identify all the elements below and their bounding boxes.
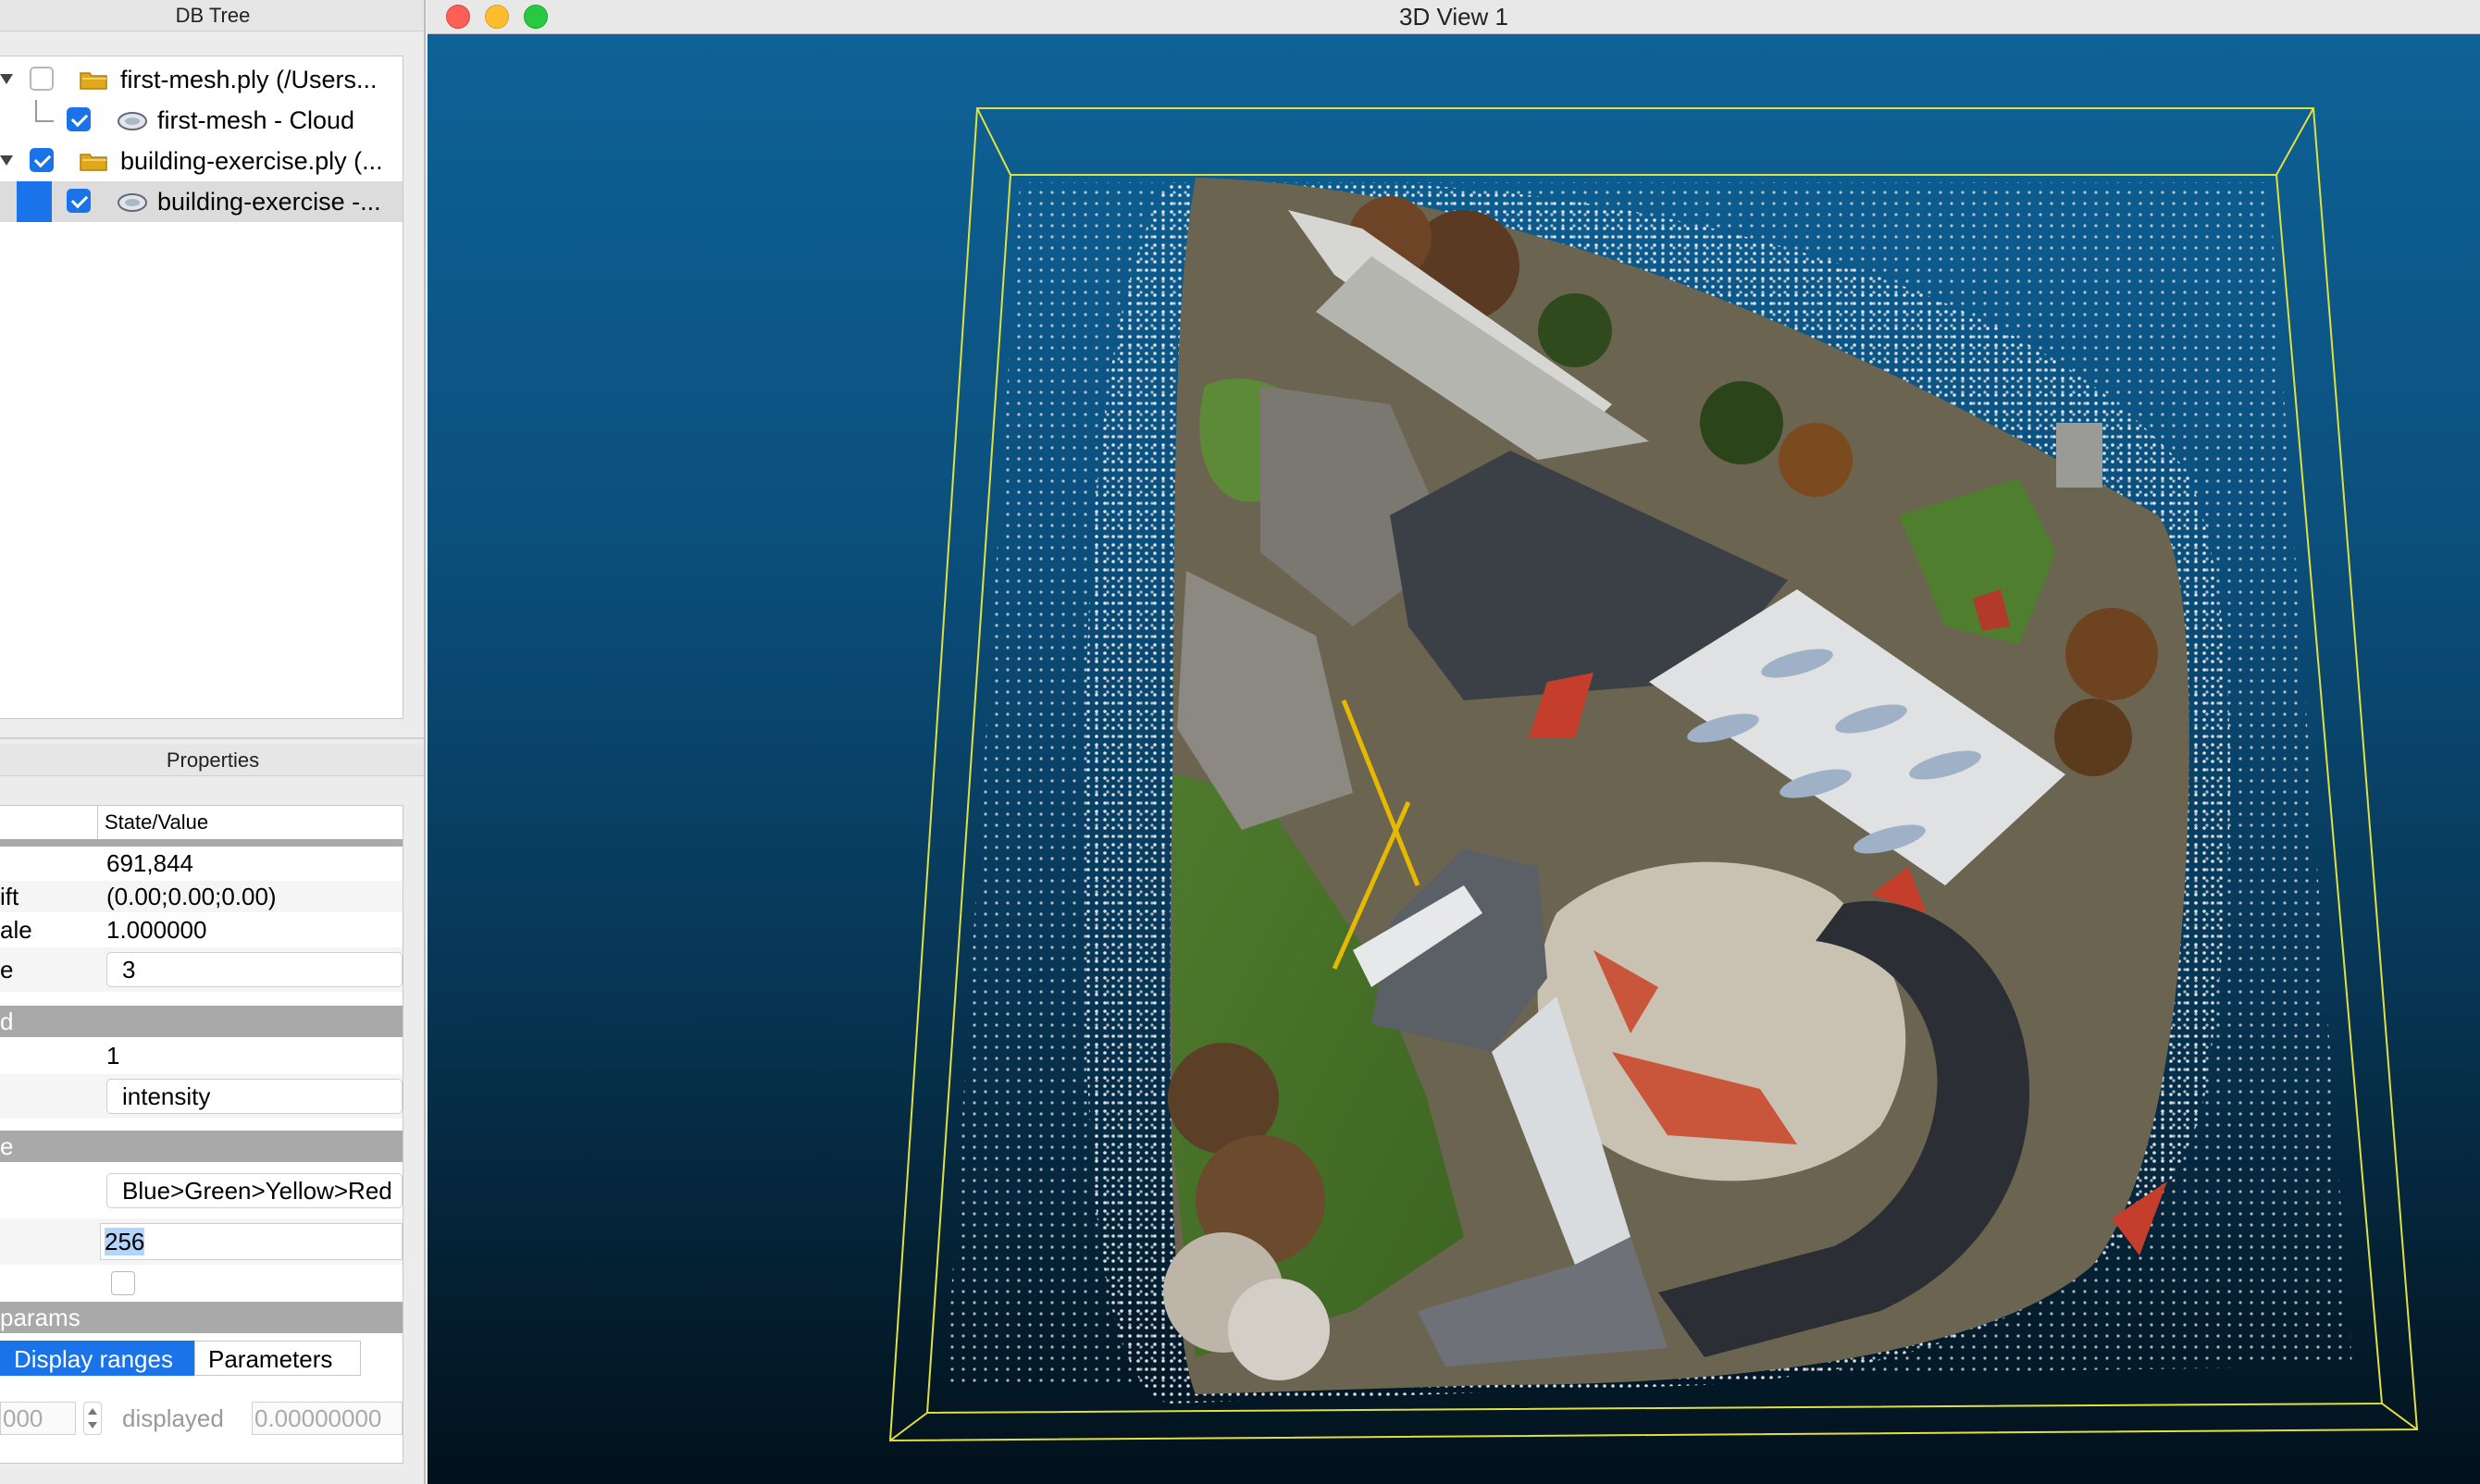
visibility-checkbox[interactable] (30, 148, 54, 172)
scalar-field-combo[interactable]: intensity (106, 1079, 403, 1114)
property-row: 1 (0, 1039, 403, 1072)
column-divider[interactable] (97, 806, 98, 839)
property-value: 691,844 (106, 849, 193, 877)
main-splitter[interactable] (424, 0, 426, 1484)
tree-connector (35, 100, 54, 122)
visibility-checkbox[interactable] (67, 189, 91, 213)
color-steps-input[interactable]: 256 (100, 1223, 403, 1260)
tree-item-building-exercise-file[interactable]: building-exercise.ply (... (0, 141, 403, 181)
visibility-checkbox[interactable] (67, 107, 91, 131)
selection-marker (17, 181, 52, 222)
property-row: 691,844 (0, 847, 403, 879)
property-value: 1 (106, 1042, 120, 1070)
point-cloud-icon (118, 193, 147, 212)
displayed-value-input[interactable]: 0.00000000 (252, 1402, 403, 1435)
range-stepper[interactable] (83, 1402, 102, 1435)
properties-header: State/Value (0, 806, 403, 847)
tab-parameters[interactable]: Parameters (194, 1341, 361, 1376)
tree-item-first-mesh-cloud[interactable]: first-mesh - Cloud (0, 100, 403, 141)
point-size-field[interactable]: 3 (106, 952, 403, 987)
expand-arrow-icon[interactable] (0, 74, 13, 84)
property-row: ale 1.000000 (0, 914, 403, 946)
point-cloud-render (888, 107, 2419, 1442)
dock-splitter[interactable] (0, 737, 426, 739)
property-key: e (0, 956, 14, 983)
sf-params-tabbar: Display ranges Parameters (0, 1341, 403, 1378)
option-checkbox[interactable] (111, 1271, 135, 1295)
range-min-input[interactable]: 000 (0, 1402, 76, 1435)
left-dock: DB Tree first-mesh.ply (/Users... first-… (0, 0, 426, 1484)
view-titlebar: 3D View 1 (428, 0, 2480, 34)
property-key: ift (0, 883, 19, 910)
tree-item-label: building-exercise.ply (... (120, 147, 383, 175)
tab-display-ranges[interactable]: Display ranges (0, 1341, 194, 1376)
point-cloud-icon (118, 112, 147, 130)
property-row: ift (0.00;0.00;0.00) (0, 881, 403, 912)
section-label: params (0, 1304, 81, 1331)
state-value-header: State/Value (105, 810, 209, 834)
expand-arrow-icon[interactable] (0, 155, 13, 166)
tree-item-first-mesh-file[interactable]: first-mesh.ply (/Users... (0, 59, 403, 100)
section-label: d (0, 1008, 14, 1035)
tree-item-label: first-mesh - Cloud (157, 106, 355, 134)
db-tree-title: DB Tree (0, 0, 426, 31)
displayed-label: displayed (122, 1404, 224, 1432)
section-header: e (0, 1131, 403, 1162)
folder-icon (80, 72, 107, 90)
folder-icon (80, 154, 107, 171)
tree-item-building-exercise-cloud[interactable]: building-exercise -... (0, 181, 403, 222)
property-row: e 3 (0, 947, 403, 992)
view-window: 3D View 1 (428, 0, 2480, 1484)
section-header: d (0, 1006, 403, 1037)
db-tree-panel: first-mesh.ply (/Users... first-mesh - C… (0, 56, 403, 719)
tree-item-label: building-exercise -... (157, 188, 381, 216)
color-scale-combo[interactable]: Blue>Green>Yellow>Red (106, 1173, 403, 1208)
section-label: e (0, 1132, 14, 1160)
property-value: 1.000000 (106, 916, 207, 944)
property-row (0, 1267, 403, 1300)
visibility-checkbox[interactable] (30, 67, 54, 91)
section-header: params (0, 1302, 403, 1333)
3d-viewport[interactable] (428, 34, 2480, 1484)
property-value: (0.00;0.00;0.00) (106, 883, 277, 910)
tree-item-label: first-mesh.ply (/Users... (120, 66, 378, 93)
property-row: Blue>Green>Yellow>Red (0, 1165, 403, 1217)
properties-panel: State/Value 691,844 ift (0.00;0.00;0.00)… (0, 805, 403, 1464)
view-title: 3D View 1 (1398, 3, 1509, 31)
property-row: 256 (0, 1218, 403, 1265)
property-key: ale (0, 916, 32, 944)
color-steps-value: 256 (105, 1228, 145, 1255)
properties-title: Properties (0, 745, 426, 776)
property-row: intensity (0, 1074, 403, 1119)
